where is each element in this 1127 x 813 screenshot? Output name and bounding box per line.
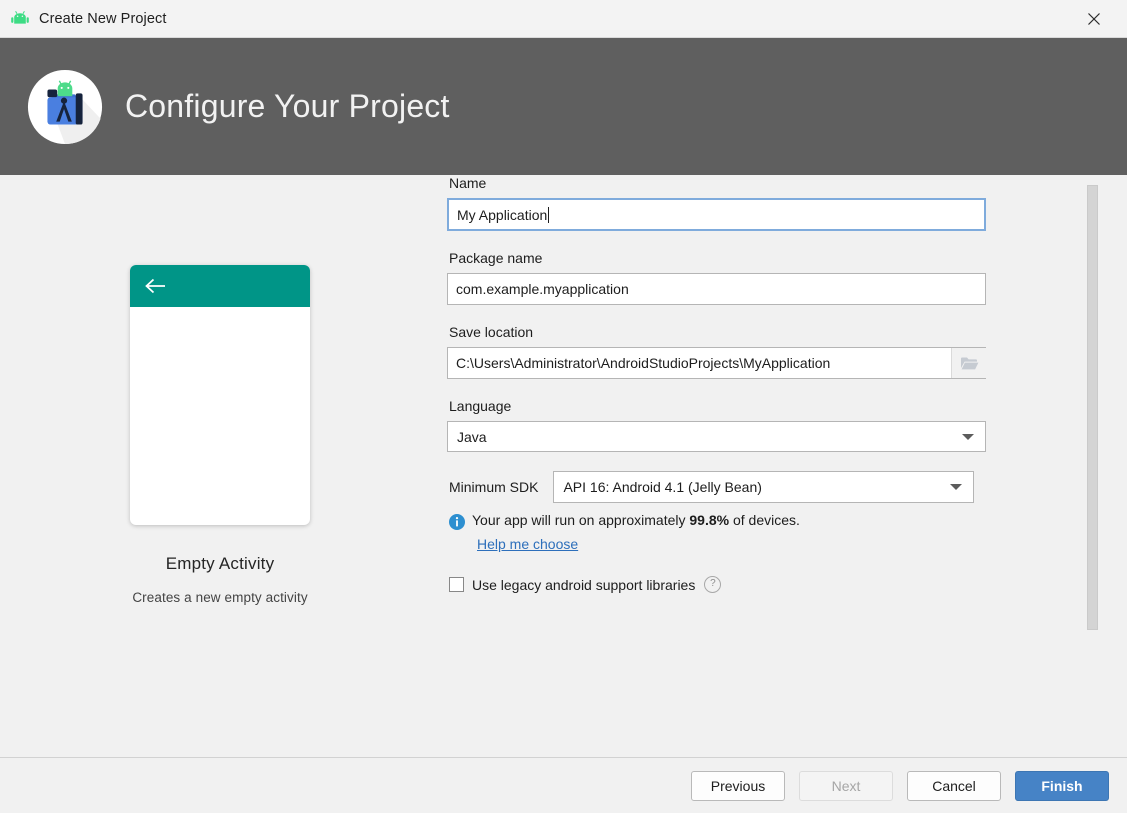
window-title: Create New Project <box>39 10 167 27</box>
android-icon <box>11 10 29 24</box>
language-value: Java <box>457 428 487 445</box>
scroll-viewport: Empty Activity Creates a new empty activ… <box>0 175 1127 665</box>
vertical-scrollbar[interactable] <box>1087 185 1098 655</box>
dialog-footer: Previous Next Cancel Finish <box>0 757 1127 813</box>
android-studio-logo <box>27 69 103 144</box>
minimum-sdk-label: Minimum SDK <box>449 479 539 495</box>
next-button[interactable]: Next <box>799 770 893 801</box>
preview-appbar <box>130 265 310 307</box>
help-me-choose-link[interactable]: Help me choose <box>477 536 987 552</box>
save-location-field-group: Save location C:\Users\Administrator\And… <box>447 324 987 379</box>
page-title: Configure Your Project <box>125 88 450 124</box>
name-input[interactable]: My Application <box>447 198 986 231</box>
package-name-label: Package name <box>449 250 543 266</box>
chevron-down-icon <box>962 433 974 440</box>
save-location-value: C:\Users\Administrator\AndroidStudioProj… <box>456 355 831 371</box>
folder-icon <box>960 357 978 369</box>
legacy-libraries-row[interactable]: Use legacy android support libraries ? <box>449 576 987 593</box>
device-info-text-after: of devices. <box>729 512 800 528</box>
browse-folder-button[interactable] <box>951 348 986 378</box>
project-config-form: Name My Application Package name com.exa… <box>447 175 987 593</box>
package-name-input[interactable]: com.example.myapplication <box>447 273 986 305</box>
close-button[interactable] <box>1061 0 1127 37</box>
device-info-percent: 99.8% <box>689 512 730 528</box>
activity-preview-card <box>130 265 310 525</box>
minimum-sdk-select[interactable]: API 16: Android 4.1 (Jelly Bean) <box>553 471 975 503</box>
minimum-sdk-row: Minimum SDK API 16: Android 4.1 (Jelly B… <box>447 471 987 503</box>
preview-description: Creates a new empty activity <box>132 590 308 605</box>
language-label: Language <box>449 398 512 414</box>
create-new-project-dialog: Create New Project Configure Your Projec… <box>0 0 1127 813</box>
minimum-sdk-value: API 16: Android 4.1 (Jelly Bean) <box>563 479 762 495</box>
preview-title: Empty Activity <box>165 554 275 573</box>
save-location-input[interactable]: C:\Users\Administrator\AndroidStudioProj… <box>447 347 986 379</box>
finish-button[interactable]: Finish <box>1015 770 1109 801</box>
language-select[interactable]: Java <box>447 421 986 452</box>
legacy-libraries-checkbox[interactable] <box>449 577 464 592</box>
wizard-banner: Configure Your Project <box>0 38 1127 175</box>
activity-preview-panel: Empty Activity Creates a new empty activ… <box>0 175 440 605</box>
legacy-libraries-label: Use legacy android support libraries <box>472 576 696 593</box>
name-input-value: My Application <box>457 206 548 223</box>
title-bar: Create New Project <box>0 0 1127 38</box>
save-location-label: Save location <box>449 324 534 340</box>
package-name-value: com.example.myapplication <box>456 281 629 297</box>
package-name-field-group: Package name com.example.myapplication <box>447 250 987 305</box>
text-caret <box>548 206 550 223</box>
question-mark-icon[interactable]: ? <box>704 576 722 593</box>
info-icon <box>449 514 465 530</box>
previous-button[interactable]: Previous <box>691 770 785 801</box>
scrollbar-thumb[interactable] <box>1087 185 1098 630</box>
name-label: Name <box>449 175 487 191</box>
language-field-group: Language Java <box>447 398 987 452</box>
close-icon <box>1088 12 1100 25</box>
name-field-group: Name My Application <box>447 175 987 231</box>
back-arrow-icon <box>145 278 165 294</box>
device-info-text-before: Your app will run on approximately <box>472 512 690 528</box>
chevron-down-icon <box>950 484 963 490</box>
device-coverage-info: Your app will run on approximately 99.8%… <box>449 512 987 530</box>
cancel-button[interactable]: Cancel <box>907 770 1001 801</box>
dialog-body: Empty Activity Creates a new empty activ… <box>0 175 1127 757</box>
